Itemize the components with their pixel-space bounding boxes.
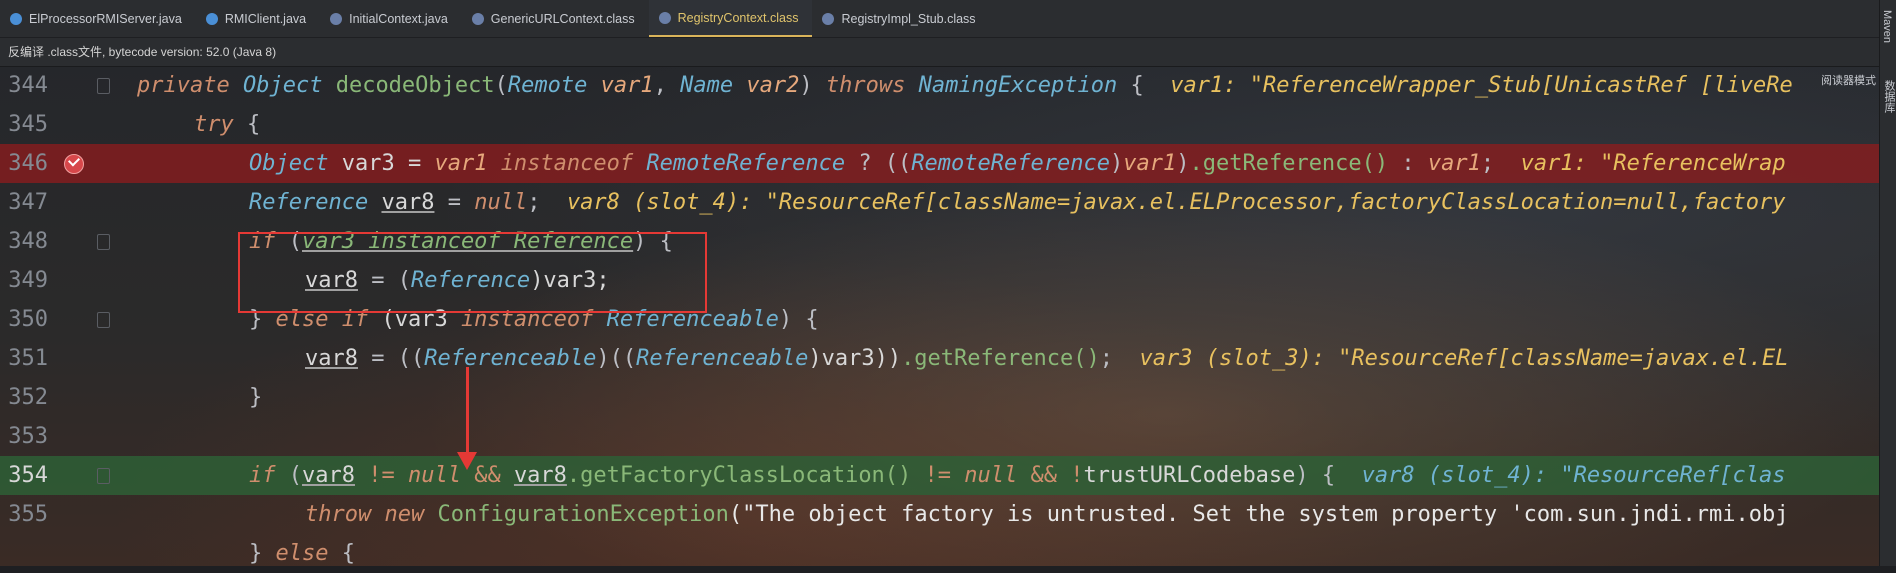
code-editor[interactable]: 344 private Object decodeObject(Remote v… [0,66,1880,566]
line-number: 349 [8,268,48,293]
code-line: 345 try { [0,105,1880,144]
code-line: 351 var8 = ((Referenceable)((Referenceab… [0,339,1880,378]
line-number: 354 [8,463,48,488]
line-number: 353 [8,424,48,449]
breakpoint-line: 346 Object var3 = var1 instanceof Remote… [0,144,1880,183]
code-text: } [249,385,263,410]
tab-registrycontext[interactable]: RegistryContext.class [648,0,813,37]
line-number: 348 [8,229,48,254]
tab-label: InitialContext.java [349,11,448,26]
java-file-icon [10,12,22,25]
fold-marker-icon[interactable] [97,468,110,484]
line-number: 346 [8,151,48,176]
line-number: 351 [8,346,48,371]
tab-elprocessorrmiserver[interactable]: ElProcessorRMIServer.java [0,0,196,37]
code-line: } else { [0,534,1880,573]
tab-label: RegistryImpl_Stub.class [841,11,976,26]
reader-mode-toggle[interactable]: 阅读器模式 [1821,72,1876,88]
right-tool-strip: Maven 数据库 [1879,0,1896,566]
inline-debug-value: var8 (slot_4): "ResourceRef[clas [1361,463,1786,488]
database-tool-button[interactable]: 数据库 [1881,80,1896,113]
code-text: Reference var8 = null; var8 (slot_4): "R… [249,190,1786,215]
inline-debug-value: var3 (slot_3): "ResourceRef[className=ja… [1139,346,1789,371]
code-text: } else { [249,541,355,566]
line-number: 344 [8,73,48,98]
code-line: 353 [0,417,1880,456]
fold-marker-icon[interactable] [97,234,110,250]
decompiled-banner: 反编译 .class文件, bytecode version: 52.0 (Ja… [0,38,1888,67]
code-text: try { [194,112,261,137]
editor-tab-bar: ElProcessorRMIServer.java RMIClient.java… [0,0,1880,38]
annotation-arrow-icon [457,452,477,470]
tab-label: GenericURLContext.class [490,11,635,26]
code-text: throw new ConfigurationException("The ob… [305,502,1789,527]
inline-debug-value: var1: "ReferenceWrapper_Stub[UnicastRef … [1170,73,1793,98]
tab-rmiclient[interactable]: RMIClient.java [196,0,320,37]
code-line: 355 throw new ConfigurationException("Th… [0,495,1880,534]
class-file-icon [471,12,484,25]
execution-point-line: 354 if (var8 != null && var8.getFactoryC… [0,456,1880,495]
annotation-arrow-shaft [466,367,469,459]
code-text: private Object decodeObject(Remote var1,… [137,73,1793,98]
maven-tool-button[interactable]: Maven [1881,10,1893,43]
fold-marker-icon[interactable] [97,312,110,328]
inline-debug-value: var8 (slot_4): "ResourceRef[className=ja… [566,190,1786,215]
code-text: var8 = ((Referenceable)((Referenceable)v… [305,346,1789,371]
class-file-icon [822,12,835,25]
line-number: 350 [8,307,48,332]
tab-genericurlcontext[interactable]: GenericURLContext.class [462,0,649,37]
line-number: 355 [8,502,48,527]
line-number: 352 [8,385,48,410]
code-line: 352 } [0,378,1880,417]
tab-registryimpl-stub[interactable]: RegistryImpl_Stub.class [812,0,989,37]
code-text: Object var3 = var1 instanceof RemoteRefe… [249,151,1786,176]
tab-label: ElProcessorRMIServer.java [29,11,182,26]
tab-label: RMIClient.java [224,11,307,26]
code-text: if (var8 != null && var8.getFactoryClass… [249,463,1786,488]
tab-label: RegistryContext.class [677,10,799,25]
annotation-highlight-box [238,232,707,313]
class-file-icon [330,12,343,25]
breakpoint-icon[interactable] [64,154,84,174]
java-file-icon [205,12,218,25]
fold-marker-icon[interactable] [97,78,110,94]
code-line: 344 private Object decodeObject(Remote v… [0,66,1880,105]
line-number: 345 [8,112,48,137]
code-line: 347 Reference var8 = null; var8 (slot_4)… [0,183,1880,222]
line-number: 347 [8,190,48,215]
inline-debug-value: var1: "ReferenceWrap [1520,151,1786,176]
class-file-icon [658,11,671,24]
tab-initialcontext[interactable]: InitialContext.java [320,0,462,37]
